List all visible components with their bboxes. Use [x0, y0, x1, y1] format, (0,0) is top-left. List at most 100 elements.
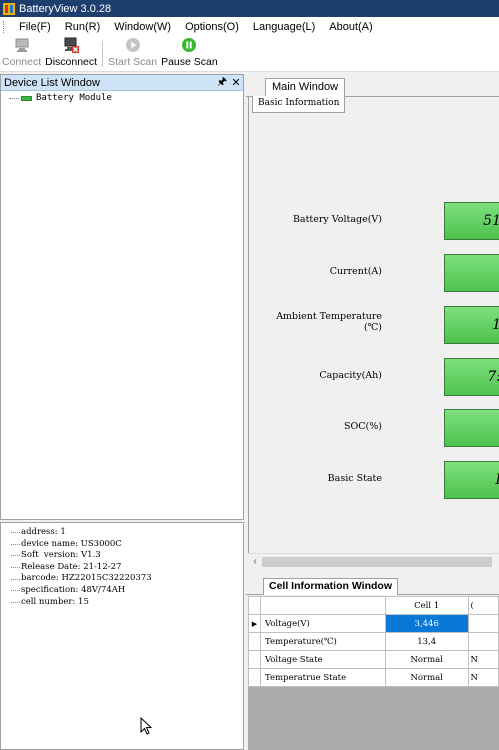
table-header-row: Cell 1 (: [248, 596, 499, 615]
row-name: Temperatrue State: [259, 668, 386, 687]
column-header-cell1[interactable]: Cell 1: [384, 596, 469, 615]
basic-state-value: I: [444, 461, 499, 499]
table-row[interactable]: Temperature(℃) 13,4: [248, 632, 499, 651]
start-scan-label: Start Scan: [108, 56, 158, 68]
info-text: Soft version: V1.3: [21, 550, 101, 561]
column-header-cell2[interactable]: (: [467, 596, 499, 615]
device-info-panel: address: 1 device name: US3000C Soft ver…: [0, 522, 244, 750]
start-scan-button[interactable]: Start Scan: [106, 37, 159, 70]
cell-value[interactable]: N: [467, 668, 499, 687]
info-specification: specification: 48V/74AH: [1, 585, 243, 597]
tree-item-label: Battery Module: [36, 93, 112, 103]
pin-icon[interactable]: 🖈︎: [215, 73, 229, 92]
info-device-name: device name: US3000C: [1, 539, 243, 551]
main-window-area: Main Window Basic Information Battery Vo…: [246, 74, 499, 750]
menu-file[interactable]: File(F): [12, 17, 58, 37]
row-name: Temperature(℃): [259, 632, 386, 651]
close-icon[interactable]: ✕: [229, 76, 243, 89]
table-row[interactable]: ▶ Voltage(V) 3,446: [248, 614, 499, 633]
tab-main-window[interactable]: Main Window: [265, 78, 346, 97]
cell-value[interactable]: [467, 614, 499, 633]
connect-button[interactable]: Connect: [0, 37, 43, 70]
soc-label: SOC(%): [343, 421, 382, 432]
disconnect-button[interactable]: Disconnect: [43, 37, 99, 70]
tree-connector: [11, 601, 20, 603]
device-list-window: Device List Window 🖈︎ ✕ Battery Module: [0, 74, 244, 520]
info-release-date: Release Date: 21-12-27: [1, 562, 243, 574]
basic-state-label: Basic State: [327, 473, 382, 484]
pause-scan-label: Pause Scan: [161, 56, 218, 68]
disconnect-label: Disconnect: [45, 56, 98, 68]
basic-information-panel: Basic Information Battery Voltage(V) 51 …: [248, 96, 499, 566]
table-row[interactable]: Voltage State Normal N: [248, 650, 499, 669]
capacity-value: 7:: [444, 358, 499, 396]
disconnect-icon: [63, 37, 80, 53]
ambient-temperature-label: Ambient Temperature (℃): [276, 311, 382, 333]
pause-scan-button[interactable]: Pause Scan: [159, 37, 220, 70]
row-name: Voltage State: [259, 650, 386, 669]
battery-voltage-label: Battery Voltage(V): [292, 214, 382, 225]
cell-tabstrip: Cell Information Window: [246, 574, 499, 595]
current-value: [444, 254, 499, 292]
device-list-title: Device List Window: [4, 76, 100, 89]
menu-bar: File(F) Run(R) Window(W) Options(O) Lang…: [0, 17, 499, 37]
current-label: Current(A): [329, 266, 382, 277]
cell-value[interactable]: 3,446: [384, 614, 469, 633]
cell-value[interactable]: N: [467, 650, 499, 669]
tree-item-battery-module[interactable]: Battery Module: [1, 93, 243, 103]
info-text: device name: US3000C: [21, 538, 122, 549]
soc-value: [444, 409, 499, 447]
cell-value[interactable]: [467, 632, 499, 651]
table-row[interactable]: Temperatrue State Normal N: [248, 668, 499, 687]
info-text: specification: 48V/74AH: [21, 584, 126, 595]
info-text: address: 1: [21, 527, 66, 537]
menu-grip: [3, 21, 9, 33]
tree-connector: [11, 555, 20, 557]
info-text: cell number: 15: [21, 596, 89, 607]
connect-icon: [14, 37, 30, 53]
app-icon: [3, 2, 15, 15]
toolbar-separator: [102, 41, 104, 67]
title-bar: BatteryView 3.0.28: [0, 0, 499, 17]
row-name-header: [259, 596, 386, 615]
row-name: Voltage(V): [259, 614, 386, 633]
toolbar: Connect Disconnect Start Scan Pause Scan: [0, 37, 499, 72]
device-list-header: Device List Window 🖈︎ ✕: [1, 75, 243, 91]
tree-connector: [11, 532, 20, 534]
info-cell-number: cell number: 15: [1, 597, 243, 609]
window-title: BatteryView 3.0.28: [19, 2, 112, 15]
horizontal-scrollbar[interactable]: ‹: [248, 553, 499, 569]
connect-label: Connect: [2, 56, 42, 68]
tab-basic-information[interactable]: Basic Information: [252, 96, 346, 113]
info-address: address: 1: [1, 527, 243, 539]
info-text: barcode: HZ22015C32220373: [21, 573, 152, 584]
tree-connector: [11, 567, 20, 569]
tree-connector: [9, 97, 19, 99]
cell-grid-area: Cell 1 ( ▶ Voltage(V) 3,446 Temperature(…: [248, 596, 499, 750]
menu-run[interactable]: Run(R): [58, 17, 107, 37]
mouse-cursor-icon: [140, 716, 153, 738]
menu-window[interactable]: Window(W): [107, 17, 178, 37]
cell-value[interactable]: Normal: [384, 668, 469, 687]
ambient-temperature-value: 1: [444, 306, 499, 344]
info-soft-version: Soft version: V1.3: [1, 550, 243, 562]
menu-options[interactable]: Options(O): [178, 17, 246, 37]
main-tabstrip: Main Window: [246, 78, 499, 97]
battery-icon: [21, 95, 32, 101]
tree-connector: [11, 590, 20, 592]
tab-cell-information[interactable]: Cell Information Window: [263, 578, 398, 595]
cell-value[interactable]: Normal: [384, 650, 469, 669]
cell-value[interactable]: 13,4: [384, 632, 469, 651]
menu-about[interactable]: About(A): [322, 17, 379, 37]
cell-table: Cell 1 ( ▶ Voltage(V) 3,446 Temperature(…: [248, 596, 499, 687]
capacity-label: Capacity(Ah): [319, 370, 382, 381]
scroll-thumb[interactable]: [262, 556, 492, 567]
battery-voltage-value: 51: [444, 202, 499, 240]
row-pointer-icon: ▶: [248, 614, 261, 633]
cell-information-window: Cell Information Window Cell 1 ( ▶ Volta…: [246, 574, 499, 750]
scroll-left-icon[interactable]: ‹: [248, 556, 262, 567]
info-text: Release Date: 21-12-27: [21, 561, 122, 572]
row-header: [248, 668, 261, 687]
play-icon: [125, 37, 141, 53]
menu-language[interactable]: Language(L): [246, 17, 322, 37]
